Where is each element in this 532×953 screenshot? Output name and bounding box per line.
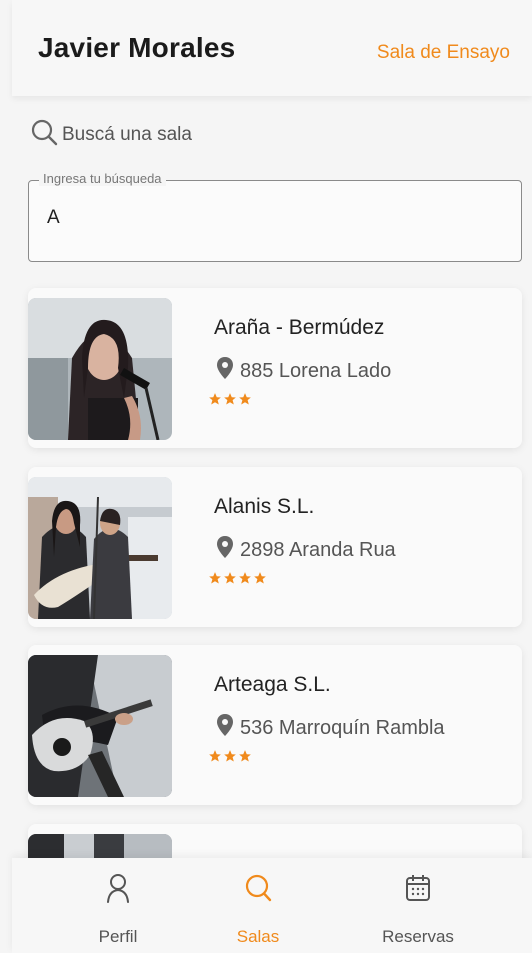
search-input[interactable] — [47, 207, 507, 229]
star-icon — [238, 571, 252, 590]
room-card[interactable]: Alanis S.L. 2898 Aranda Rua — [28, 467, 522, 627]
nav-salas[interactable]: Salas — [208, 872, 308, 946]
calendar-icon — [404, 872, 432, 909]
search-field[interactable]: Ingresa tu búsqueda — [28, 171, 522, 262]
nav-perfil[interactable]: Perfil — [68, 872, 168, 946]
bottom-navigation: Perfil Salas Reservas — [12, 858, 532, 953]
star-icon — [238, 749, 252, 768]
search-heading-label: Buscá una sala — [62, 124, 192, 145]
rehearsal-room-link[interactable]: Sala de Ensayo — [377, 42, 510, 64]
room-address: 2898 Aranda Rua — [216, 535, 396, 565]
room-photo — [28, 477, 172, 619]
nav-salas-label: Salas — [236, 927, 280, 946]
room-name: Araña - Bermúdez — [214, 316, 385, 339]
location-pin-icon — [216, 535, 234, 565]
room-name: Alanis S.L. — [214, 495, 315, 518]
room-photo — [28, 298, 172, 440]
star-icon — [208, 749, 222, 768]
room-address-text: 885 Lorena Lado — [240, 359, 392, 382]
star-icon — [223, 749, 237, 768]
star-icon — [223, 571, 237, 590]
search-icon — [244, 872, 272, 909]
room-rating — [208, 392, 252, 411]
search-field-legend: Ingresa tu búsqueda — [39, 171, 166, 186]
room-photo — [28, 655, 172, 797]
room-rating — [208, 749, 252, 768]
location-pin-icon — [216, 713, 234, 743]
star-icon — [223, 392, 237, 411]
star-icon — [253, 571, 267, 590]
room-address-text: 536 Marroquín Rambla — [240, 716, 445, 739]
room-card[interactable]: Araña - Bermúdez 885 Lorena Lado — [28, 288, 522, 448]
star-icon — [208, 392, 222, 411]
nav-reservas[interactable]: Reservas — [368, 872, 468, 946]
room-card[interactable]: Arteaga S.L. 536 Marroquín Rambla — [28, 645, 522, 805]
nav-perfil-label: Perfil — [98, 927, 138, 946]
search-heading: Buscá una sala — [30, 118, 192, 152]
app-screen: Javier Morales Sala de Ensayo Buscá una … — [0, 0, 532, 953]
star-icon — [238, 392, 252, 411]
room-rating — [208, 571, 267, 590]
person-icon — [104, 872, 132, 909]
user-name: Javier Morales — [38, 32, 236, 63]
app-header: Javier Morales Sala de Ensayo — [12, 0, 532, 96]
star-icon — [208, 571, 222, 590]
search-icon — [30, 118, 58, 152]
room-address: 536 Marroquín Rambla — [216, 713, 445, 743]
nav-reservas-label: Reservas — [382, 927, 454, 946]
room-address: 885 Lorena Lado — [216, 356, 391, 386]
room-address-text: 2898 Aranda Rua — [240, 538, 396, 561]
room-name: Arteaga S.L. — [214, 673, 331, 696]
location-pin-icon — [216, 356, 234, 386]
